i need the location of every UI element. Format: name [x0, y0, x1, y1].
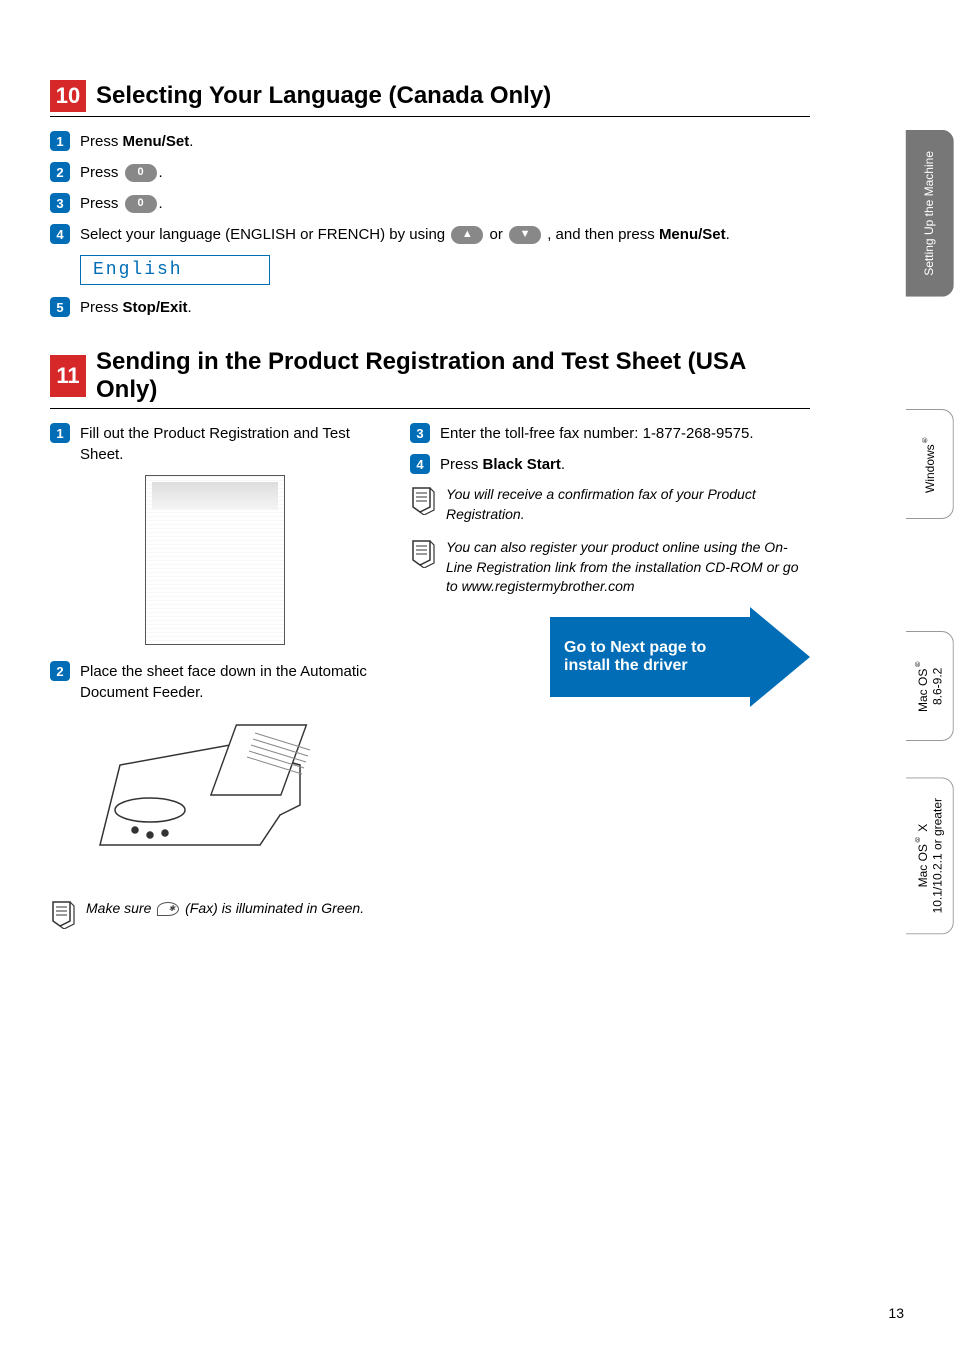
- step-10-1: 1 Press Menu/Set.: [50, 131, 810, 152]
- lcd-display: English: [80, 255, 270, 285]
- step-badge: 2: [50, 162, 70, 182]
- section-title-11: Sending in the Product Registration and …: [96, 348, 810, 404]
- note-text: (Fax) is illuminated in Green.: [185, 900, 364, 916]
- note-text: You can also register your product onlin…: [446, 538, 810, 597]
- step-11-2: 2 Place the sheet face down in the Autom…: [50, 661, 380, 703]
- step-badge: 1: [50, 423, 70, 443]
- zero-key-icon: 0: [125, 195, 157, 213]
- page-number: 13: [888, 1305, 904, 1321]
- section-number-10: 10: [50, 80, 86, 112]
- tab-macos-86[interactable]: Mac OS®8.6-9.2: [906, 631, 954, 741]
- note-text: You will receive a confirmation fax of y…: [446, 485, 810, 524]
- step-badge: 5: [50, 297, 70, 317]
- step-11-4: 4 Press Black Start.: [410, 454, 810, 475]
- step-text: Press: [80, 299, 123, 316]
- step-10-4: 4 Select your language (ENGLISH or FRENC…: [50, 224, 810, 245]
- step-text: Press: [440, 456, 483, 473]
- step-text: Place the sheet face down in the Automat…: [80, 661, 380, 703]
- key-label: Stop/Exit: [123, 299, 188, 316]
- step-text: Press: [80, 164, 123, 181]
- printer-illustration: [80, 715, 330, 885]
- step-text: Fill out the Product Registration and Te…: [80, 423, 380, 465]
- note-icon: [410, 485, 436, 515]
- step-badge: 2: [50, 661, 70, 681]
- note-text: Make sure: [86, 900, 155, 916]
- section-11-header: 11 Sending in the Product Registration a…: [50, 348, 810, 409]
- step-badge: 3: [50, 193, 70, 213]
- key-label: Menu/Set: [659, 226, 726, 243]
- next-page-arrow: Go to Next page to install the driver: [550, 617, 810, 697]
- step-10-3: 3 Press 0.: [50, 193, 810, 214]
- note-icon: [410, 538, 436, 568]
- note-online-register: You can also register your product onlin…: [410, 538, 810, 597]
- section-title-10: Selecting Your Language (Canada Only): [96, 82, 551, 110]
- down-key-icon: ▼: [509, 226, 541, 244]
- key-label: Menu/Set: [123, 133, 190, 150]
- step-badge: 1: [50, 131, 70, 151]
- step-badge: 4: [410, 454, 430, 474]
- right-column: 3 Enter the toll-free fax number: 1-877-…: [410, 423, 810, 943]
- step-11-1: 1 Fill out the Product Registration and …: [50, 423, 380, 465]
- tab-macos-x[interactable]: Mac OS® X10.1/10.2.1 or greater: [906, 777, 954, 934]
- step-text: Press: [80, 195, 123, 212]
- note-icon: [50, 899, 76, 929]
- step-text: Press: [80, 133, 123, 150]
- step-11-3: 3 Enter the toll-free fax number: 1-877-…: [410, 423, 810, 444]
- page-content: 10 Selecting Your Language (Canada Only)…: [0, 0, 860, 993]
- zero-key-icon: 0: [125, 164, 157, 182]
- section-10-header: 10 Selecting Your Language (Canada Only): [50, 80, 810, 117]
- step-badge: 3: [410, 423, 430, 443]
- tab-setting-up[interactable]: Setting Up the Machine: [906, 130, 954, 297]
- note-fax-green: Make sure (Fax) is illuminated in Green.: [50, 899, 380, 929]
- key-label: Black Start: [483, 456, 561, 473]
- section-number-11: 11: [50, 355, 86, 397]
- step-badge: 4: [50, 224, 70, 244]
- note-confirmation: You will receive a confirmation fax of y…: [410, 485, 810, 524]
- step-text: Enter the toll-free fax number: 1-877-26…: [440, 423, 754, 444]
- fax-mode-icon: [157, 902, 179, 916]
- left-column: 1 Fill out the Product Registration and …: [50, 423, 380, 943]
- side-tabs: Setting Up the Machine Windows® Mac OS®8…: [906, 130, 954, 934]
- step-10-2: 2 Press 0.: [50, 162, 810, 183]
- step-text: Select your language (ENGLISH or FRENCH)…: [80, 226, 449, 243]
- step-10-5: 5 Press Stop/Exit.: [50, 297, 810, 318]
- arrow-label: Go to Next page to install the driver: [564, 639, 736, 675]
- tab-windows[interactable]: Windows®: [906, 409, 954, 519]
- up-key-icon: ▲: [451, 226, 483, 244]
- registration-sheet-illustration: [145, 475, 285, 645]
